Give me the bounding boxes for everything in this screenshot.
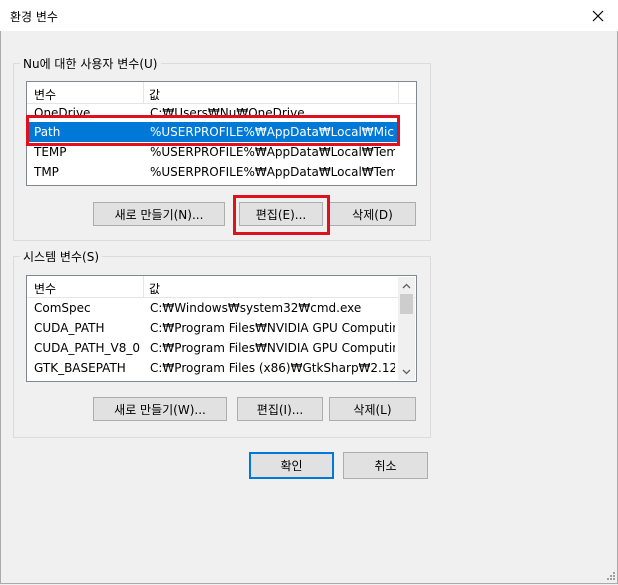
row-variable: CUDA_PATH — [34, 321, 105, 335]
row-variable: TMP — [34, 165, 59, 179]
row-value: C:₩Windows₩system32₩cmd.exe — [150, 301, 362, 315]
table-row-selected[interactable]: Path %USERPROFILE%₩AppData₩Local₩Micros.… — [28, 122, 398, 142]
row-variable: Path — [34, 125, 61, 139]
row-variable: ComSpec — [34, 301, 91, 315]
cancel-button[interactable]: 취소 — [343, 452, 428, 479]
scroll-up-icon[interactable] — [398, 277, 415, 294]
system-variables-label: 시스템 변수(S) — [20, 248, 102, 265]
row-variable: OneDrive — [34, 106, 91, 120]
table-row[interactable]: TEMP %USERPROFILE%₩AppData₩Local₩Temp — [28, 142, 398, 162]
column-header-variable[interactable]: 변수 — [34, 280, 56, 297]
user-new-button[interactable]: 새로 만들기(N)... — [93, 202, 225, 226]
column-header-variable[interactable]: 변수 — [34, 86, 56, 103]
list-header: 변수 값 — [27, 276, 416, 298]
system-variables-list[interactable]: 변수 값 ComSpec C:₩Windows₩system32₩cmd.exe… — [26, 275, 417, 382]
system-edit-button[interactable]: 편집(I)... — [237, 397, 323, 421]
scroll-down-icon[interactable] — [398, 363, 415, 380]
column-header-value[interactable]: 값 — [149, 86, 160, 103]
row-variable: CUDA_PATH_V8_0 — [34, 341, 140, 355]
row-variable: GTK_BASEPATH — [34, 361, 126, 375]
title-bar: 환경 변수 — [0, 0, 618, 31]
table-row[interactable]: TMP %USERPROFILE%₩AppData₩Local₩Temp — [28, 162, 398, 182]
column-header-value[interactable]: 값 — [149, 280, 160, 297]
user-variables-label: Nu에 대한 사용자 변수(U) — [20, 55, 161, 72]
table-row[interactable]: ComSpec C:₩Windows₩system32₩cmd.exe — [28, 298, 398, 318]
row-value: %USERPROFILE%₩AppData₩Local₩Temp — [150, 145, 395, 159]
row-value: C:₩Program Files₩NVIDIA GPU Computing... — [150, 321, 395, 335]
system-delete-button[interactable]: 삭제(L) — [329, 397, 416, 421]
row-value: C:₩Program Files₩NVIDIA GPU Computing... — [150, 341, 395, 355]
row-value: %USERPROFILE%₩AppData₩Local₩Micros... — [150, 125, 395, 139]
window-title: 환경 변수 — [10, 10, 58, 24]
scroll-thumb[interactable] — [400, 294, 413, 314]
resize-grip-icon[interactable] — [604, 571, 616, 583]
table-row[interactable]: GTK_BASEPATH C:₩Program Files (x86)₩GtkS… — [28, 358, 398, 378]
ok-button[interactable]: 확인 — [249, 452, 334, 479]
system-new-button[interactable]: 새로 만들기(W)... — [93, 397, 227, 421]
table-row[interactable]: CUDA_PATH_V8_0 C:₩Program Files₩NVIDIA G… — [28, 338, 398, 358]
close-icon — [592, 10, 604, 21]
vertical-scrollbar[interactable] — [398, 277, 415, 380]
user-edit-button[interactable]: 편집(E)... — [239, 202, 323, 226]
user-delete-button[interactable]: 삭제(D) — [329, 202, 416, 226]
close-button[interactable] — [578, 0, 618, 31]
list-header: 변수 값 — [27, 82, 416, 104]
table-row[interactable]: OneDrive C:₩Users₩Nu₩OneDrive — [28, 103, 398, 123]
row-value: C:₩Program Files (x86)₩GtkSharp₩2.12₩ — [150, 361, 395, 375]
table-row[interactable]: CUDA_PATH C:₩Program Files₩NVIDIA GPU Co… — [28, 318, 398, 338]
row-variable: TEMP — [34, 145, 67, 159]
row-value: %USERPROFILE%₩AppData₩Local₩Temp — [150, 165, 395, 179]
row-value: C:₩Users₩Nu₩OneDrive — [150, 106, 305, 120]
user-variables-list[interactable]: 변수 값 OneDrive C:₩Users₩Nu₩OneDrive Path … — [26, 81, 417, 186]
